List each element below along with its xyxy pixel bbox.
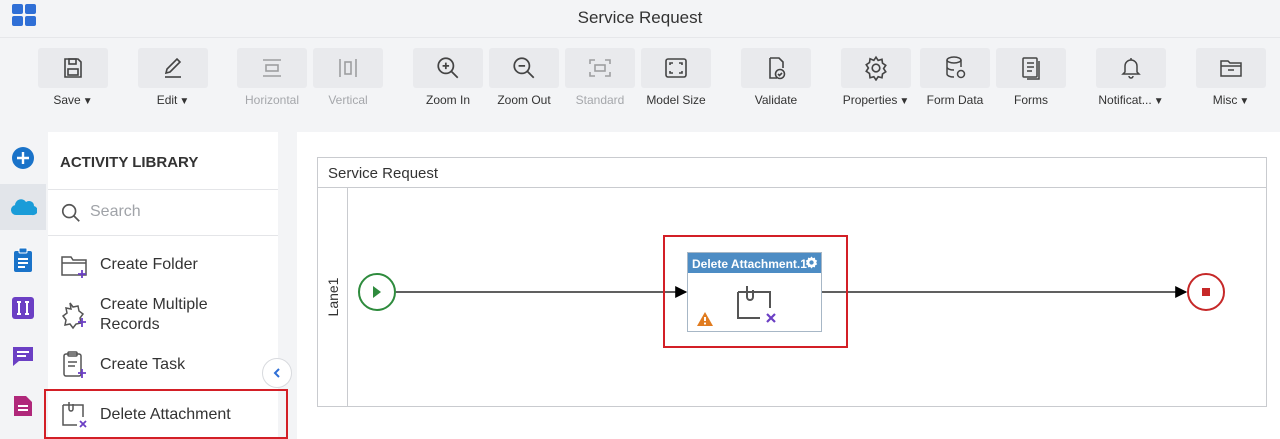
task-highlight — [663, 235, 848, 348]
process-flow — [358, 273, 1225, 311]
end-event[interactable] — [1187, 273, 1225, 311]
start-event[interactable] — [358, 273, 396, 311]
